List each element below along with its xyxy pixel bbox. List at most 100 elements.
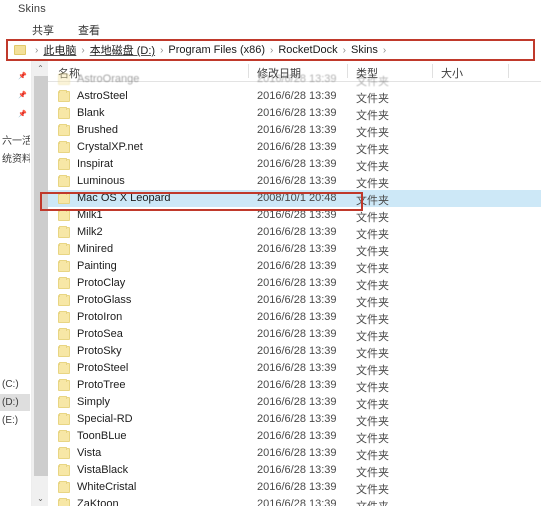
breadcrumb-separator-5: › xyxy=(382,44,387,56)
pin-icon: 📌 xyxy=(18,92,27,99)
file-type: 文件夹 xyxy=(356,297,389,309)
nav-item-3[interactable]: 六一活 xyxy=(0,131,30,148)
file-explorer-window: Skins 共享 查看 › 此电脑 › 本地磁盘 (D:) › Program … xyxy=(0,0,541,506)
table-row[interactable]: CrystalXP.net 2016/6/28 13:39 文件夹 xyxy=(48,139,541,156)
folder-icon xyxy=(58,498,70,506)
nav-item-7[interactable]: (E:) xyxy=(0,412,30,429)
table-row[interactable]: Luminous 2016/6/28 13:39 文件夹 xyxy=(48,173,541,190)
table-row[interactable]: Blank 2016/6/28 13:39 文件夹 xyxy=(48,105,541,122)
table-row[interactable]: Minired 2016/6/28 13:39 文件夹 xyxy=(48,241,541,258)
nav-item-4[interactable]: 统资料 xyxy=(0,149,30,166)
table-row[interactable]: Inspirat 2016/6/28 13:39 文件夹 xyxy=(48,156,541,173)
file-date-modified: 2016/6/28 13:39 xyxy=(257,294,337,306)
nav-item-1[interactable]: 📌 xyxy=(0,88,30,105)
table-row[interactable]: ProtoClay 2016/6/28 13:39 文件夹 xyxy=(48,275,541,292)
breadcrumb-program-files-x86[interactable]: Program Files (x86) xyxy=(168,44,265,56)
file-list-area: 名称 修改日期 类型 大小 AstroOrange2016/6/28 13:39… xyxy=(48,61,541,506)
file-type: 文件夹 xyxy=(356,110,389,122)
file-type: 文件夹 xyxy=(356,161,389,173)
table-row[interactable]: Milk1 2016/6/28 13:39 文件夹 xyxy=(48,207,541,224)
breadcrumb-skins[interactable]: Skins xyxy=(351,44,378,56)
file-name: Milk2 xyxy=(77,226,103,238)
breadcrumb-local-disk-d[interactable]: 本地磁盘 (D:) xyxy=(90,42,155,58)
file-type: 文件夹 xyxy=(356,212,389,224)
table-row[interactable]: VistaBlack 2016/6/28 13:39 文件夹 xyxy=(48,462,541,479)
table-row[interactable]: ToonBLue 2016/6/28 13:39 文件夹 xyxy=(48,428,541,445)
navigation-pane[interactable]: 📌 📌 📌 六一活统资料 (C:) (D:) (E:) xyxy=(0,61,30,506)
tab-view[interactable]: 查看 xyxy=(78,22,100,38)
file-name: Mac OS X Leopard xyxy=(77,192,171,204)
file-type: 文件夹 xyxy=(356,399,389,411)
folder-icon xyxy=(58,277,70,289)
folder-icon xyxy=(58,124,70,136)
table-row[interactable]: ProtoTree 2016/6/28 13:39 文件夹 xyxy=(48,377,541,394)
file-date-modified: 2016/6/28 13:39 xyxy=(257,209,337,221)
nav-item-2[interactable]: 📌 xyxy=(0,107,30,124)
folder-icon xyxy=(58,141,70,153)
scroll-down-arrow-icon[interactable]: ⌄ xyxy=(32,491,49,506)
folder-icon xyxy=(58,90,70,102)
nav-item-5[interactable]: (C:) xyxy=(0,376,30,393)
table-row[interactable]: Mac OS X Leopard 2008/10/1 20:48 文件夹 xyxy=(48,190,541,207)
table-row[interactable]: ZaKtoon 2016/6/28 13:39 文件夹 xyxy=(48,496,541,506)
file-name: Vista xyxy=(77,447,102,459)
nav-item-label: (D:) xyxy=(2,397,19,408)
table-row[interactable]: ProtoSteel 2016/6/28 13:39 文件夹 xyxy=(48,360,541,377)
folder-icon xyxy=(58,481,70,493)
breadcrumb-separator-1: › xyxy=(81,44,85,56)
table-row[interactable]: Simply 2016/6/28 13:39 文件夹 xyxy=(48,394,541,411)
file-date-modified: 2016/6/28 13:39 xyxy=(257,481,337,493)
table-row[interactable]: ProtoIron 2016/6/28 13:39 文件夹 xyxy=(48,309,541,326)
table-row[interactable]: Milk2 2016/6/28 13:39 文件夹 xyxy=(48,224,541,241)
file-name: Minired xyxy=(77,243,114,255)
file-date-modified: 2016/6/28 13:39 xyxy=(257,243,337,255)
file-name: AstroSteel xyxy=(77,90,128,102)
file-name: ZaKtoon xyxy=(77,498,119,506)
nav-item-label: 统资料 xyxy=(2,154,30,165)
pin-icon: 📌 xyxy=(18,111,27,118)
table-row[interactable]: AstroOrange 2016/6/28 13:39 文件夹 xyxy=(48,71,541,88)
file-date-modified: 2016/6/28 13:39 xyxy=(257,498,337,506)
table-row[interactable]: Special-RD 2016/6/28 13:39 文件夹 xyxy=(48,411,541,428)
folder-icon xyxy=(58,226,70,238)
folder-icon xyxy=(58,73,70,85)
address-bar[interactable]: › 此电脑 › 本地磁盘 (D:) › Program Files (x86) … xyxy=(8,41,533,59)
file-date-modified: 2016/6/28 13:39 xyxy=(257,175,337,187)
pin-icon: 📌 xyxy=(18,73,27,80)
file-type: 文件夹 xyxy=(356,229,389,241)
table-row[interactable]: ProtoSky 2016/6/28 13:39 文件夹 xyxy=(48,343,541,360)
file-type: 文件夹 xyxy=(356,314,389,326)
scroll-up-arrow-icon[interactable]: ⌃ xyxy=(32,61,49,76)
breadcrumb-rocketdock[interactable]: RocketDock xyxy=(278,44,337,56)
file-type: 文件夹 xyxy=(356,498,389,506)
folder-icon xyxy=(58,158,70,170)
folder-icon xyxy=(58,362,70,374)
address-bar-annotation: › 此电脑 › 本地磁盘 (D:) › Program Files (x86) … xyxy=(6,39,535,61)
table-row[interactable]: Painting 2016/6/28 13:39 文件夹 xyxy=(48,258,541,275)
file-date-modified: 2016/6/28 13:39 xyxy=(257,447,337,459)
nav-item-6[interactable]: (D:) xyxy=(0,394,30,411)
breadcrumb-this-pc[interactable]: 此电脑 xyxy=(43,42,76,58)
table-row[interactable]: AstroSteel 2016/6/28 13:39 文件夹 xyxy=(48,88,541,105)
table-row[interactable]: Vista 2016/6/28 13:39 文件夹 xyxy=(48,445,541,462)
file-type: 文件夹 xyxy=(356,433,389,445)
file-type: 文件夹 xyxy=(356,263,389,275)
scrollbar-track[interactable] xyxy=(33,76,49,491)
file-name: Special-RD xyxy=(77,413,133,425)
nav-item-0[interactable]: 📌 xyxy=(0,69,30,86)
tab-share[interactable]: 共享 xyxy=(32,22,54,38)
file-date-modified: 2016/6/28 13:39 xyxy=(257,345,337,357)
file-type: 文件夹 xyxy=(356,416,389,428)
table-row[interactable]: ProtoGlass 2016/6/28 13:39 文件夹 xyxy=(48,292,541,309)
table-row[interactable]: ProtoSea 2016/6/28 13:39 文件夹 xyxy=(48,326,541,343)
folder-icon xyxy=(58,107,70,119)
table-row[interactable]: Brushed 2016/6/28 13:39 文件夹 xyxy=(48,122,541,139)
table-row[interactable]: WhiteCristal 2016/6/28 13:39 文件夹 xyxy=(48,479,541,496)
window-title: Skins xyxy=(18,3,46,15)
scrollbar-thumb[interactable] xyxy=(34,76,49,476)
navigation-scrollbar[interactable]: ⌃ ⌄ xyxy=(31,61,49,506)
file-name: WhiteCristal xyxy=(77,481,137,493)
file-date-modified: 2016/6/28 13:39 xyxy=(257,379,337,391)
file-type: 文件夹 xyxy=(356,178,389,190)
file-date-modified: 2016/6/28 13:39 xyxy=(257,260,337,272)
